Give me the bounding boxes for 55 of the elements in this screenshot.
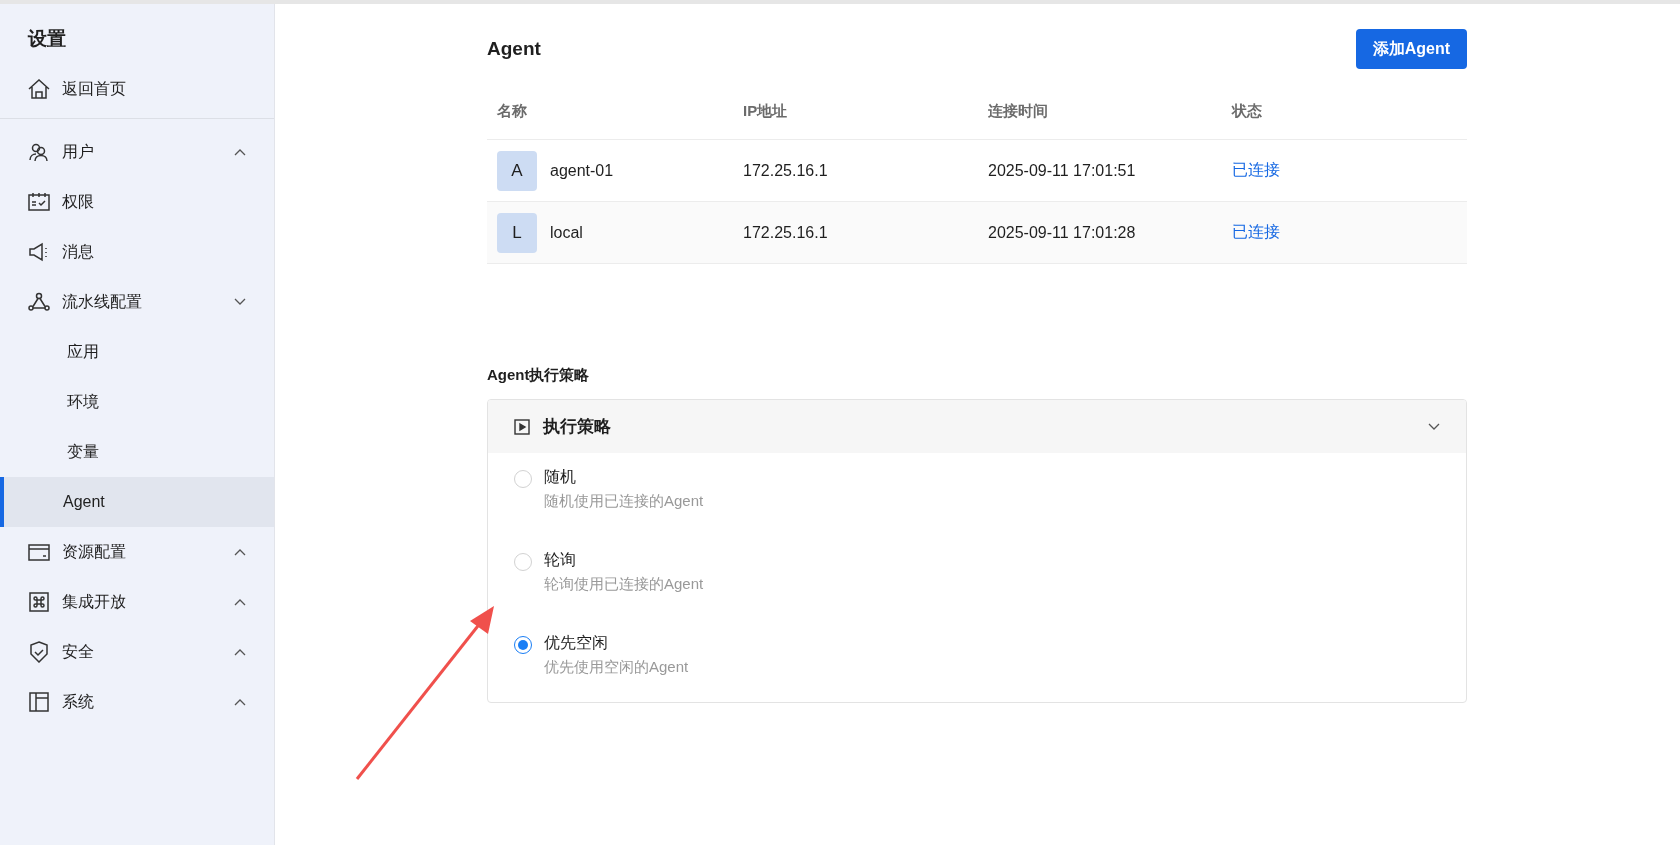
column-header: 状态 — [1230, 101, 1263, 121]
sidebar-item[interactable]: 消息 — [0, 227, 274, 277]
nodes-icon — [28, 292, 50, 312]
status-link[interactable]: 已连接 — [1222, 160, 1467, 181]
table-cell: local — [550, 223, 583, 242]
table-cell: agent-01 — [550, 161, 614, 180]
chevron-up-icon — [234, 698, 246, 706]
users-icon — [29, 142, 49, 162]
table-cell-text: 172.25.16.1 — [742, 161, 829, 180]
table-cell-text: 2025-09-11 17:01:51 — [987, 161, 1137, 180]
option-label: 优先空闲 — [544, 633, 609, 653]
speaker-icon — [28, 242, 50, 262]
sidebar-item[interactable]: 系统 — [0, 677, 274, 727]
section-title: Agent执行策略 — [487, 366, 591, 385]
sidebar-subitem[interactable]: 应用 — [0, 327, 274, 377]
chevron-down-icon — [234, 298, 246, 306]
chevron-up-icon — [234, 598, 246, 606]
home-link[interactable]: 返回首页 — [0, 64, 274, 114]
sidebar-subitem[interactable]: Agent — [0, 477, 274, 527]
add-agent-button[interactable]: 添加Agent — [1355, 29, 1467, 69]
option-description: 优先使用空闲的Agent — [544, 658, 689, 677]
sidebar-item[interactable]: 安全 — [0, 627, 274, 677]
play-square-icon — [514, 418, 530, 435]
sidebar-subitem[interactable]: 环境 — [0, 377, 274, 427]
option-label: 轮询 — [544, 550, 577, 570]
option-description: 轮询使用已连接的Agent — [544, 575, 704, 594]
avatar: L — [497, 212, 537, 253]
option-label: 随机 — [544, 467, 577, 487]
table-cell-text: 2025-09-11 17:01:28 — [987, 223, 1137, 242]
chevron-up-icon — [234, 148, 246, 156]
command-key-icon — [29, 592, 49, 612]
layout-icon — [29, 692, 49, 712]
sidebar-subitem[interactable]: 变量 — [0, 427, 274, 477]
calendar-check-icon — [28, 192, 50, 212]
shield-check-icon — [29, 641, 49, 663]
sidebar-item[interactable]: 流水线配置 — [0, 277, 274, 327]
option-description: 随机使用已连接的Agent — [544, 492, 704, 511]
home-icon — [28, 79, 50, 99]
column-header: 名称 — [496, 101, 528, 121]
avatar: A — [497, 150, 537, 191]
sidebar-item[interactable]: 用户 — [0, 127, 274, 177]
sidebar-item[interactable]: 权限 — [0, 177, 274, 227]
status-link[interactable]: 已连接 — [1222, 222, 1467, 243]
sidebar-title: 设置 — [26, 27, 67, 51]
sidebar-item[interactable]: 资源配置 — [0, 527, 274, 577]
chevron-down-icon — [1428, 422, 1440, 431]
section-title: Agent — [487, 38, 541, 60]
card-icon — [28, 542, 50, 562]
table-cell-text: 172.25.16.1 — [742, 223, 829, 242]
column-header: IP地址 — [742, 101, 789, 121]
collapse-header[interactable]: 执行策略 — [488, 400, 1466, 453]
sidebar-item[interactable]: 集成开放 — [0, 577, 274, 627]
chevron-up-icon — [234, 548, 246, 556]
column-header: 连接时间 — [987, 101, 1049, 121]
chevron-up-icon — [234, 648, 246, 656]
